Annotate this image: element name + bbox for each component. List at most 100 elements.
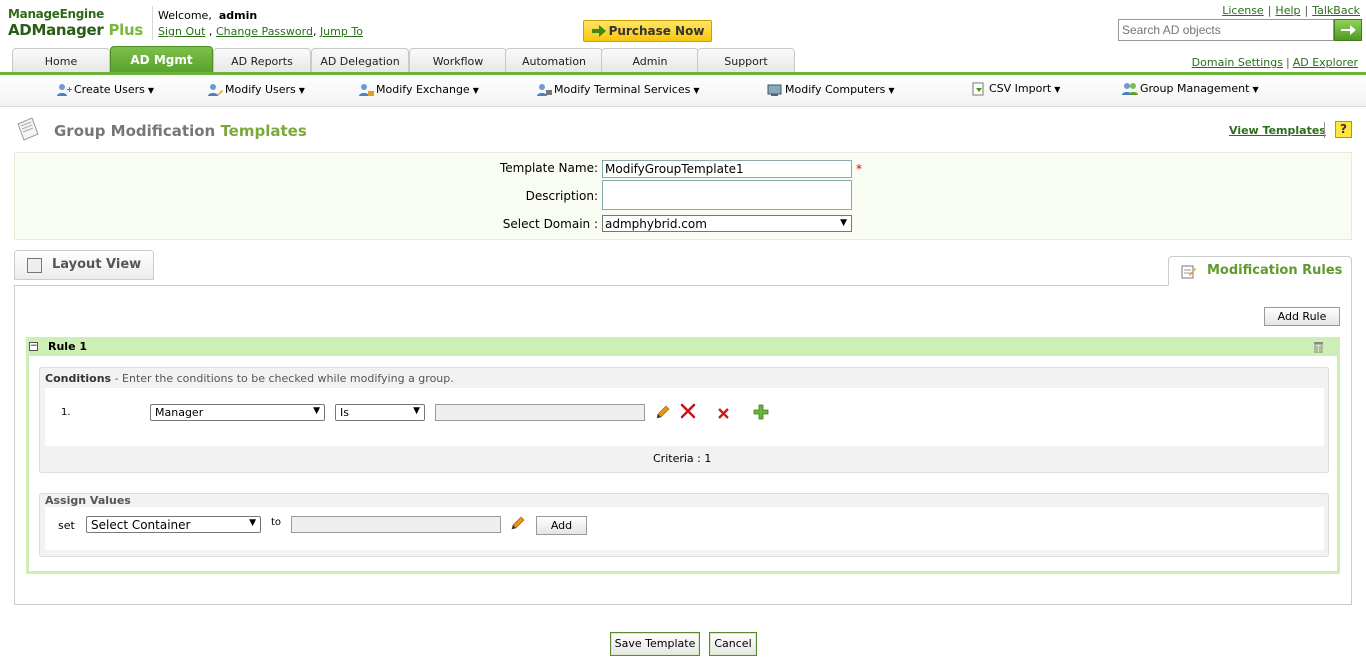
- trash-icon[interactable]: [1313, 341, 1324, 353]
- exchange-icon: [358, 83, 374, 97]
- select-domain-value: admphybrid.com: [605, 217, 707, 231]
- sign-out-link[interactable]: Sign Out: [158, 25, 205, 38]
- terminal-users-icon: [536, 83, 552, 97]
- conditions-hint: - Enter the conditions to be checked whi…: [111, 372, 454, 385]
- select-domain-dropdown[interactable]: admphybrid.com ▼: [602, 215, 852, 232]
- ad-explorer-link[interactable]: AD Explorer: [1293, 56, 1358, 69]
- talkback-link[interactable]: TalkBack: [1312, 4, 1360, 17]
- condition-operator-value: Is: [340, 406, 349, 419]
- rule-header: − Rule 1: [26, 337, 1340, 356]
- username: admin: [218, 9, 258, 22]
- header: ManageEngine ADManager Plus Welcome, adm…: [0, 0, 1366, 48]
- page-title: Group Modification Templates: [54, 122, 307, 140]
- purchase-now-label: Purchase Now: [608, 24, 705, 38]
- pencil-icon[interactable]: [655, 404, 671, 420]
- add-condition-icon[interactable]: [753, 404, 769, 420]
- tab-home[interactable]: Home: [12, 48, 110, 73]
- assign-add-button[interactable]: Add: [536, 516, 587, 535]
- user-links: Sign Out , Change Password, Jump To: [158, 25, 363, 38]
- license-link[interactable]: License: [1222, 4, 1263, 17]
- modification-rules-label: Modification Rules: [1207, 263, 1343, 278]
- menu-csv-import[interactable]: CSV Import ▼: [971, 82, 1060, 96]
- menu-create-users-label: Create Users: [74, 83, 145, 96]
- collapse-icon[interactable]: −: [29, 342, 38, 351]
- purchase-now-button[interactable]: Purchase Now: [583, 20, 712, 42]
- computer-icon: [767, 83, 783, 97]
- chevron-down-icon: ▼: [313, 406, 320, 416]
- page-title-main: Group Modification: [54, 122, 216, 140]
- menu-modify-exchange[interactable]: Modify Exchange ▼: [358, 83, 479, 97]
- chevron-down-icon: ▼: [840, 218, 847, 228]
- edit-notes-icon: [1181, 265, 1196, 279]
- remove-condition-icon[interactable]: [717, 407, 730, 420]
- title-link-divider: [1324, 122, 1325, 138]
- menu-modify-computers-label: Modify Computers: [785, 83, 886, 96]
- domain-settings-link[interactable]: Domain Settings: [1192, 56, 1283, 69]
- layout-view-label: Layout View: [52, 257, 142, 272]
- tab-workflow[interactable]: Workflow: [409, 48, 507, 73]
- logo-product-plus: Plus: [103, 21, 143, 39]
- clear-icon[interactable]: [680, 403, 696, 419]
- layout-view-tab[interactable]: Layout View: [14, 250, 154, 280]
- condition-attribute-dropdown[interactable]: Manager ▼: [150, 404, 325, 421]
- menu-modify-computers[interactable]: Modify Computers ▼: [767, 83, 895, 97]
- menu-create-users[interactable]: Create Users ▼: [56, 83, 154, 97]
- users-edit-icon: [207, 83, 223, 97]
- tab-ad-reports[interactable]: AD Reports: [213, 48, 311, 73]
- tab-ad-mgmt[interactable]: AD Mgmt: [110, 46, 213, 73]
- description-label: Description:: [525, 189, 598, 203]
- assign-value-input[interactable]: [291, 516, 501, 533]
- help-link[interactable]: Help: [1275, 4, 1300, 17]
- logo-divider: [152, 6, 153, 40]
- change-password-link[interactable]: Change Password: [216, 25, 313, 38]
- view-templates-link[interactable]: View Templates: [1229, 124, 1326, 137]
- menu-modify-terminal-services[interactable]: Modify Terminal Services ▼: [536, 83, 699, 97]
- to-label: to: [271, 517, 282, 528]
- condition-attribute-value: Manager: [155, 406, 204, 419]
- modification-rules-tab[interactable]: Modification Rules: [1168, 256, 1352, 286]
- logo-product[interactable]: ADManager Plus: [8, 21, 143, 39]
- pencil-icon[interactable]: [510, 515, 526, 531]
- tab-automation[interactable]: Automation: [505, 48, 603, 73]
- tab-ad-delegation[interactable]: AD Delegation: [311, 48, 409, 73]
- caret-down-icon: ▼: [693, 86, 700, 95]
- template-doc-icon: [17, 117, 39, 141]
- cancel-button[interactable]: Cancel: [709, 632, 757, 656]
- add-rule-button[interactable]: Add Rule: [1264, 307, 1340, 326]
- welcome-prefix: Welcome,: [158, 9, 212, 22]
- top-links: License | Help | TalkBack: [1222, 4, 1360, 17]
- set-label: set: [58, 519, 75, 532]
- conditions-title: Conditions - Enter the conditions to be …: [45, 372, 454, 385]
- layout-icon: [27, 258, 42, 273]
- select-container-dropdown[interactable]: Select Container ▼: [86, 516, 261, 533]
- domain-links: Domain Settings | AD Explorer: [1191, 56, 1358, 69]
- arrow-right-icon: [592, 25, 606, 37]
- condition-operator-dropdown[interactable]: Is ▼: [335, 404, 425, 421]
- select-domain-label: Select Domain :: [502, 217, 598, 231]
- arrow-right-icon: [1341, 25, 1356, 35]
- menu-group-management[interactable]: Group Management ▼: [1122, 82, 1259, 96]
- search-go-button[interactable]: [1334, 19, 1362, 41]
- template-name-input[interactable]: ModifyGroupTemplate1: [602, 160, 852, 178]
- chevron-down-icon: ▼: [413, 406, 420, 416]
- search-input[interactable]: [1118, 19, 1334, 41]
- logo-brand: ManageEngine: [8, 7, 104, 21]
- menu-modify-exchange-label: Modify Exchange: [376, 83, 470, 96]
- help-icon[interactable]: ?: [1335, 121, 1352, 138]
- group-icon: [1122, 82, 1138, 96]
- template-name-label: Template Name:: [499, 161, 598, 175]
- jump-to-link[interactable]: Jump To: [320, 25, 363, 38]
- chevron-down-icon: ▼: [249, 518, 256, 528]
- menu-modify-users[interactable]: Modify Users ▼: [207, 83, 305, 97]
- description-textarea[interactable]: [602, 180, 852, 210]
- required-marker: *: [856, 162, 862, 176]
- caret-down-icon: ▼: [888, 86, 895, 95]
- caret-down-icon: ▼: [147, 86, 155, 95]
- conditions-heading: Conditions: [45, 372, 112, 385]
- tab-support[interactable]: Support: [697, 48, 795, 73]
- tab-admin[interactable]: Admin: [601, 48, 699, 73]
- save-template-button[interactable]: Save Template: [610, 632, 700, 656]
- caret-down-icon: ▼: [1054, 85, 1061, 94]
- page-title-accent: Templates: [220, 122, 307, 140]
- condition-value-input[interactable]: [435, 404, 645, 421]
